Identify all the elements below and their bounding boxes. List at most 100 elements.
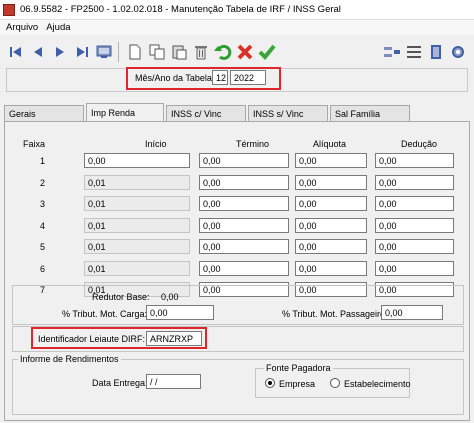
aliquota-input[interactable]: 0,00 [295,153,367,168]
data-entrega-input[interactable]: / / [146,374,201,389]
header-deducao: Dedução [401,139,438,149]
aliquota-input[interactable]: 0,00 [295,175,367,190]
cancel-button[interactable] [235,41,255,63]
tab-inss-c-vinc[interactable]: INSS c/ Vinc [166,105,246,121]
deducao-input[interactable]: 0,00 [375,239,454,254]
termino-input[interactable]: 0,00 [199,196,289,211]
passageiro-input[interactable]: 0,00 [381,305,443,320]
termino-input[interactable]: 0,00 [199,175,289,190]
new-button[interactable] [125,41,145,63]
tab-inss-s-vinc[interactable]: INSS s/ Vinc [248,105,328,121]
preview-button[interactable] [94,41,114,63]
settings-button[interactable] [448,41,468,63]
radio-empresa[interactable] [265,378,275,388]
deducao-input[interactable]: 0,00 [375,196,454,211]
prev-record-button[interactable] [28,41,48,63]
tab-strip: Gerais Imp Renda INSS c/ Vinc INSS s/ Vi… [4,103,412,121]
header-inicio: Início [145,139,167,149]
header-aliquota: Alíquota [313,139,347,149]
faixa-number: 5 [40,242,46,252]
inicio-input: 0,01 [84,175,190,190]
informe-group-label: Informe de Rendimentos [18,354,121,364]
copy-button[interactable] [147,41,167,63]
header-faixa: Faixa [23,139,46,149]
inicio-input[interactable]: 0,00 [84,153,190,168]
deducao-input[interactable]: 0,00 [375,153,454,168]
tab-gerais[interactable]: Gerais [4,105,84,121]
copy-icon [149,44,165,60]
data-entrega-label: Data Entrega: [92,378,148,388]
confirm-button[interactable] [257,41,277,63]
header-termino: Término [236,139,270,149]
faixa-number: 4 [40,221,46,231]
trash-icon [195,46,207,60]
menu-arquivo[interactable]: Arquivo [6,22,38,33]
paste-button[interactable] [169,41,189,63]
carga-label: % Tribut. Mot. Carga: [62,309,148,319]
termino-input[interactable]: 0,00 [199,239,289,254]
list-icon [407,46,421,58]
deducao-input[interactable]: 0,00 [375,175,454,190]
app-icon [3,3,15,16]
dirf-input[interactable]: ARNZRXP [146,331,202,346]
gear-icon [452,46,464,58]
menu-ajuda[interactable]: Ajuda [46,22,70,33]
undo-button[interactable] [213,41,233,63]
undo-icon [214,44,232,60]
delete-button[interactable] [191,41,211,63]
paste-icon [172,45,187,60]
checkmark-icon [258,44,276,60]
empresa-label: Empresa [279,379,316,389]
title-bar: 06.9.5582 - FP2500 - 1.02.02.018 - Manut… [0,0,474,20]
flow-icon [384,47,400,57]
toolbar-separator [118,42,119,62]
termino-input[interactable]: 0,00 [199,261,289,276]
estabelecimento-label: Estabelecimento [344,379,411,389]
last-record-button[interactable] [72,41,92,63]
year-input[interactable]: 2022 [230,70,266,85]
monitor-icon [96,45,112,58]
tab-sal-familia[interactable]: Sal Família [330,105,410,121]
flow-button[interactable] [382,41,402,63]
next-record-icon [56,47,64,57]
menu-bar: Arquivo Ajuda [0,20,474,35]
passageiro-label: % Tribut. Mot. Passageiro: [282,309,388,319]
aliquota-input[interactable]: 0,00 [295,261,367,276]
first-record-button[interactable] [6,41,26,63]
carga-input[interactable]: 0,00 [146,305,214,320]
dirf-label: Identificador Leiaute DIRF: [38,334,146,344]
first-record-icon [10,47,21,57]
last-record-icon [77,47,88,57]
toolbar [0,37,474,67]
radio-estabelecimento[interactable] [330,378,340,388]
termino-input[interactable]: 0,00 [199,153,289,168]
deducao-input[interactable]: 0,00 [375,218,454,233]
inicio-input: 0,01 [84,196,190,211]
prev-record-icon [34,47,42,57]
inicio-input: 0,01 [84,261,190,276]
close-icon [237,44,253,60]
deducao-input[interactable]: 0,00 [375,261,454,276]
new-document-icon [129,44,141,60]
inicio-input: 0,01 [84,239,190,254]
faixa-number: 3 [40,199,46,209]
aliquota-input[interactable]: 0,00 [295,218,367,233]
termino-input[interactable]: 0,00 [199,218,289,233]
faixa-number: 2 [40,178,46,188]
fonte-pagadora-label: Fonte Pagadora [264,363,333,373]
period-label: Mês/Ano da Tabela: [135,73,215,83]
faixa-number: 1 [40,156,46,166]
faixa-number: 6 [40,264,46,274]
window-title: 06.9.5582 - FP2500 - 1.02.02.018 - Manut… [20,4,341,15]
aliquota-input[interactable]: 0,00 [295,196,367,211]
exit-button[interactable] [426,41,446,63]
month-input[interactable]: 12 [212,70,228,85]
next-record-button[interactable] [50,41,70,63]
list-button[interactable] [404,41,424,63]
inicio-input: 0,01 [84,218,190,233]
redutor-label: Redutor Base: [92,292,150,302]
aliquota-input[interactable]: 0,00 [295,239,367,254]
door-icon [431,45,441,59]
tab-imp-renda[interactable]: Imp Renda [86,103,164,121]
redutor-value: 0,00 [161,292,179,302]
